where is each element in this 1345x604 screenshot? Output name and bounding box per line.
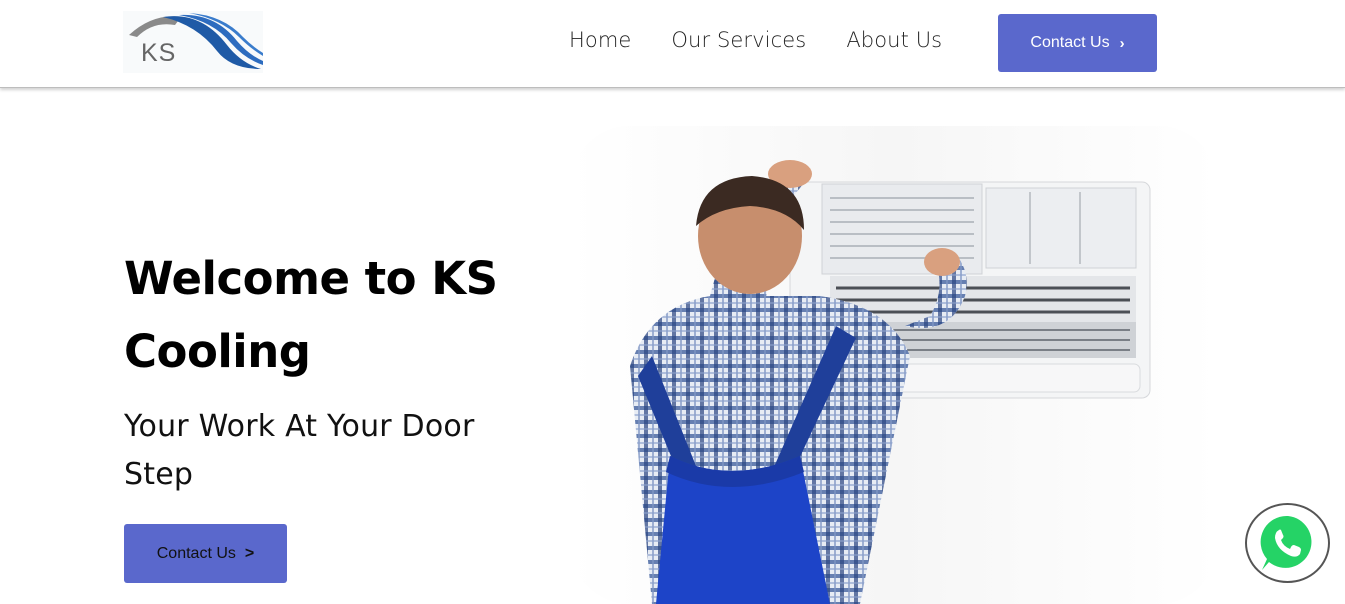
nav-home[interactable]: Home xyxy=(569,28,631,52)
logo-text: KS xyxy=(141,39,177,67)
header-contact-button[interactable]: Contact Us › xyxy=(998,14,1157,72)
main-nav: Home Our Services About Us xyxy=(569,28,982,52)
header-contact-label: Contact Us xyxy=(1030,34,1110,51)
hero-subtitle: Your Work At Your Door Step xyxy=(124,409,475,492)
whatsapp-icon xyxy=(1260,515,1311,570)
hero-contact-button[interactable]: Contact Us > xyxy=(124,524,287,583)
nav-our-services[interactable]: Our Services xyxy=(671,28,806,52)
hero-contact-label: Contact Us xyxy=(156,544,236,562)
ks-logo[interactable]: KS xyxy=(123,11,263,73)
whatsapp-button[interactable] xyxy=(1245,503,1330,583)
site-header: KS Home Our Services About Us Contact Us… xyxy=(0,0,1345,88)
hero-title: Welcome to KS Cooling xyxy=(124,252,498,378)
technician-ac-image xyxy=(560,126,1220,604)
nav-about-us[interactable]: About Us xyxy=(846,28,942,52)
chevron-right-icon: > xyxy=(244,544,255,562)
chevron-right-icon: › xyxy=(1119,34,1125,52)
